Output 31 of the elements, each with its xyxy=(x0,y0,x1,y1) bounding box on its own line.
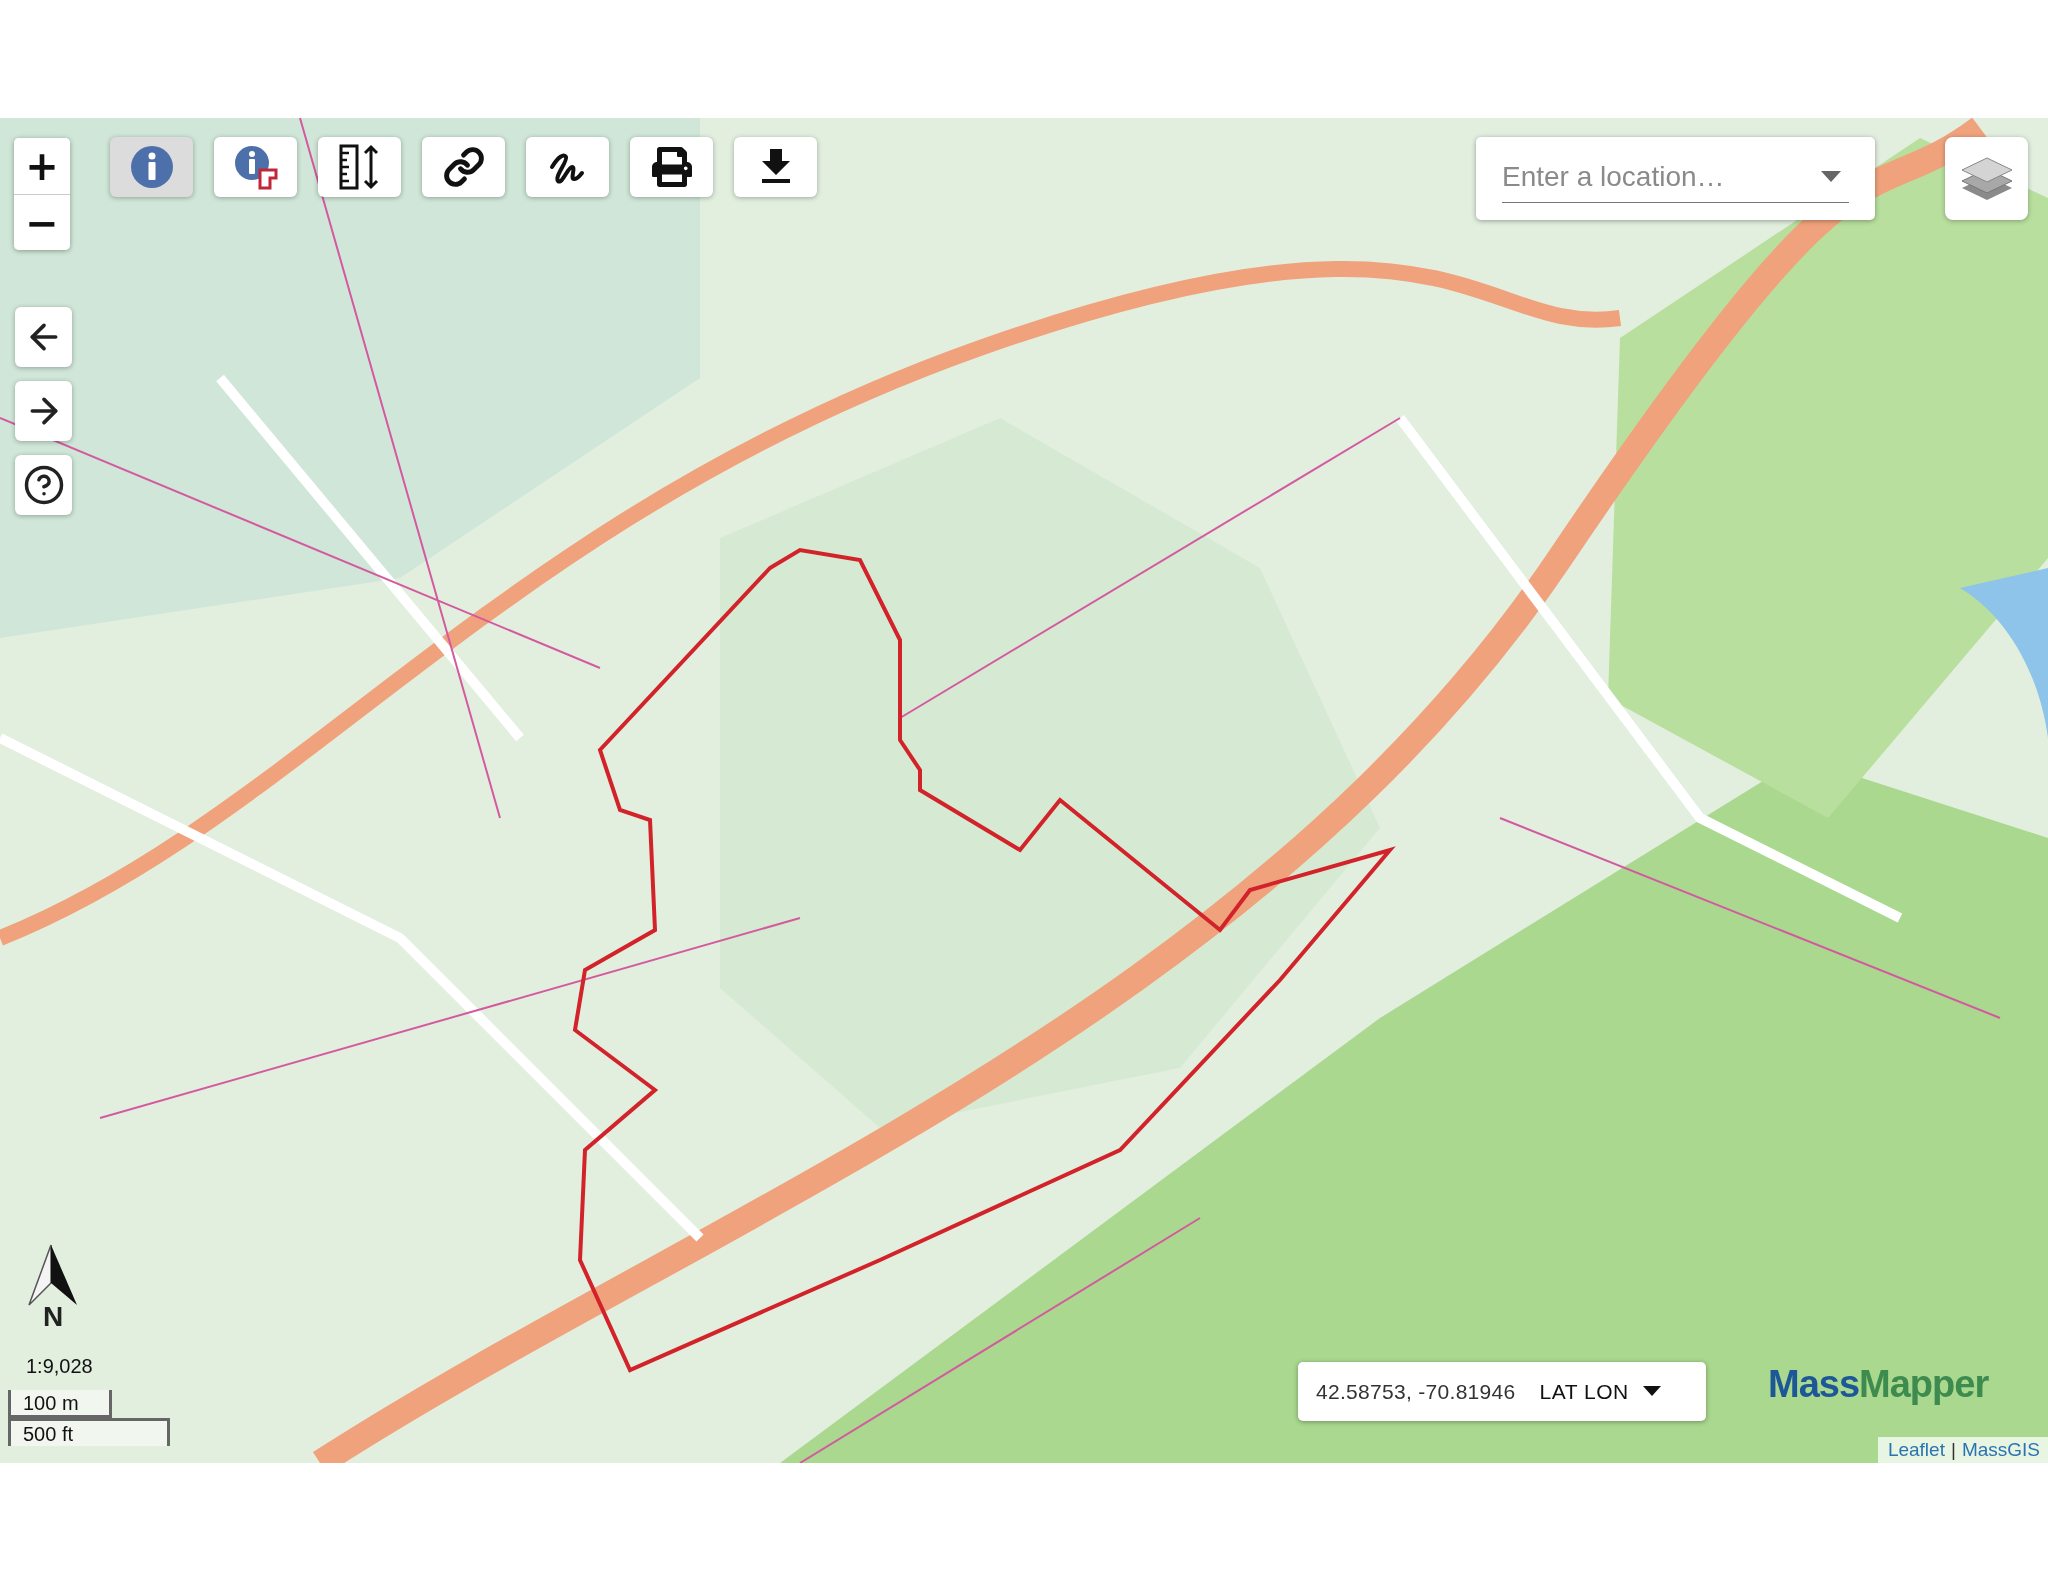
north-arrow-icon xyxy=(27,1243,79,1309)
dropdown-caret-icon xyxy=(1821,171,1841,183)
attribution-link[interactable]: Leaflet xyxy=(1887,1439,1945,1461)
back-button[interactable] xyxy=(15,307,72,367)
tool-button[interactable] xyxy=(526,137,609,197)
caret-icon xyxy=(1642,1386,1661,1397)
forward-button[interactable] xyxy=(15,381,72,441)
help-button[interactable] xyxy=(15,455,72,515)
imperial-scale-bar: 500 ft xyxy=(8,1418,170,1446)
scale-ratio: 1:9,028 xyxy=(26,1355,93,1378)
tool-button[interactable] xyxy=(422,137,505,197)
logo-word: Mass xyxy=(1768,1363,1860,1405)
attribution-link[interactable]: MassGIS xyxy=(1961,1439,2040,1461)
help-icon xyxy=(22,464,65,506)
coordinates-text: 42.58753, -70.81946 xyxy=(1316,1379,1516,1404)
logo-word: Mapper xyxy=(1859,1363,1989,1405)
location-search-field[interactable]: Enter a location… xyxy=(1502,151,1849,203)
zoom-in-button[interactable]: + xyxy=(14,138,70,194)
coordinate-format-dropdown[interactable]: LAT LON xyxy=(1539,1379,1661,1404)
tool-button[interactable] xyxy=(734,137,817,197)
printer-icon xyxy=(651,147,692,187)
tool-button[interactable] xyxy=(630,137,713,197)
tool-button[interactable] xyxy=(318,137,401,197)
link-icon xyxy=(442,146,485,188)
metric-scale-bar: 100 m xyxy=(8,1390,112,1418)
separator: | xyxy=(1950,1439,1956,1461)
zoom-out-button[interactable]: − xyxy=(14,194,70,250)
north-label: N xyxy=(42,1303,64,1331)
layers-button[interactable] xyxy=(1945,137,2028,220)
location-search-box[interactable]: Enter a location… xyxy=(1476,137,1875,220)
info-icon xyxy=(128,144,175,190)
